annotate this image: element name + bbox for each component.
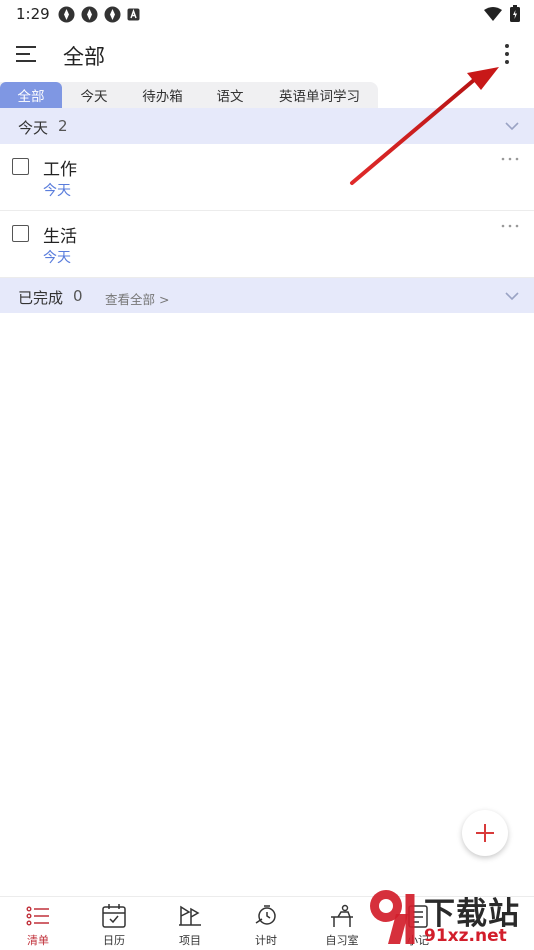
task-checkbox[interactable] (12, 225, 29, 242)
section-title: 今天 (18, 119, 49, 137)
view-all-link[interactable]: 查看全部 > (105, 289, 169, 308)
nav-item-list[interactable]: 清单 (8, 901, 68, 949)
tab-inbox[interactable]: 待办箱 (126, 82, 199, 108)
nav-item-calendar[interactable]: 日历 (84, 901, 144, 949)
calendar-icon (102, 904, 126, 928)
section-count: 0 (73, 287, 83, 305)
tab-today[interactable]: 今天 (62, 82, 126, 108)
nav-item-study-room[interactable]: 自习室 (312, 901, 372, 949)
section-count: 2 (58, 117, 68, 135)
list-tabs: 全部 今天 待办箱 语文 英语单词学习 (0, 82, 378, 108)
page-title: 全部 (63, 45, 105, 69)
site-watermark: 下载站 91xz.net (366, 884, 534, 950)
study-room-icon (331, 904, 353, 927)
nav-label: 项目 (179, 934, 201, 947)
task-row[interactable]: 生活 今天 (0, 211, 534, 278)
plus-icon (476, 824, 494, 842)
more-horizontal-icon[interactable] (500, 154, 520, 164)
section-header-today[interactable]: 今天 2 (0, 108, 534, 144)
task-title: 生活 (43, 227, 77, 247)
battery-icon (510, 5, 520, 22)
timer-icon (255, 905, 276, 925)
add-task-button[interactable] (462, 810, 508, 856)
section-header-completed[interactable]: 已完成 0 查看全部 > (0, 278, 534, 313)
keyboard-a-icon (127, 8, 140, 21)
list-icon (26, 906, 49, 926)
tab-chinese[interactable]: 语文 (199, 82, 261, 108)
app-notification-icon (104, 6, 121, 23)
more-options-button[interactable] (498, 41, 516, 67)
nav-label: 清单 (27, 934, 49, 947)
more-horizontal-icon[interactable] (500, 221, 520, 231)
task-date: 今天 (43, 183, 71, 199)
nav-label: 计时 (255, 934, 277, 947)
tab-english-words[interactable]: 英语单词学习 (261, 82, 378, 108)
task-date: 今天 (43, 250, 71, 266)
status-bar: 1:29 (0, 0, 534, 28)
wifi-icon (484, 6, 502, 21)
section-title: 已完成 (18, 289, 64, 307)
status-time: 1:29 (16, 5, 50, 23)
more-vertical-icon (505, 44, 509, 64)
chevron-down-icon (505, 292, 519, 301)
nav-item-timer[interactable]: 计时 (236, 901, 296, 949)
drawer-menu-button[interactable] (14, 44, 40, 64)
task-row[interactable]: 工作 今天 (0, 144, 534, 211)
app-header: 全部 (0, 28, 534, 80)
task-checkbox[interactable] (12, 158, 29, 175)
tab-all[interactable]: 全部 (0, 82, 62, 108)
chevron-down-icon (505, 122, 519, 131)
project-icon (179, 905, 201, 926)
watermark-logo-icon (370, 890, 415, 944)
app-notification-icon (58, 6, 75, 23)
status-system-icons (484, 5, 520, 22)
task-title: 工作 (43, 160, 77, 180)
nav-label: 自习室 (325, 934, 359, 947)
nav-item-project[interactable]: 项目 (160, 901, 220, 949)
nav-label: 日历 (103, 934, 125, 947)
status-notification-icons (58, 6, 140, 23)
menu-icon (16, 46, 36, 62)
watermark-url: 91xz.net (424, 926, 507, 946)
app-notification-icon (81, 6, 98, 23)
